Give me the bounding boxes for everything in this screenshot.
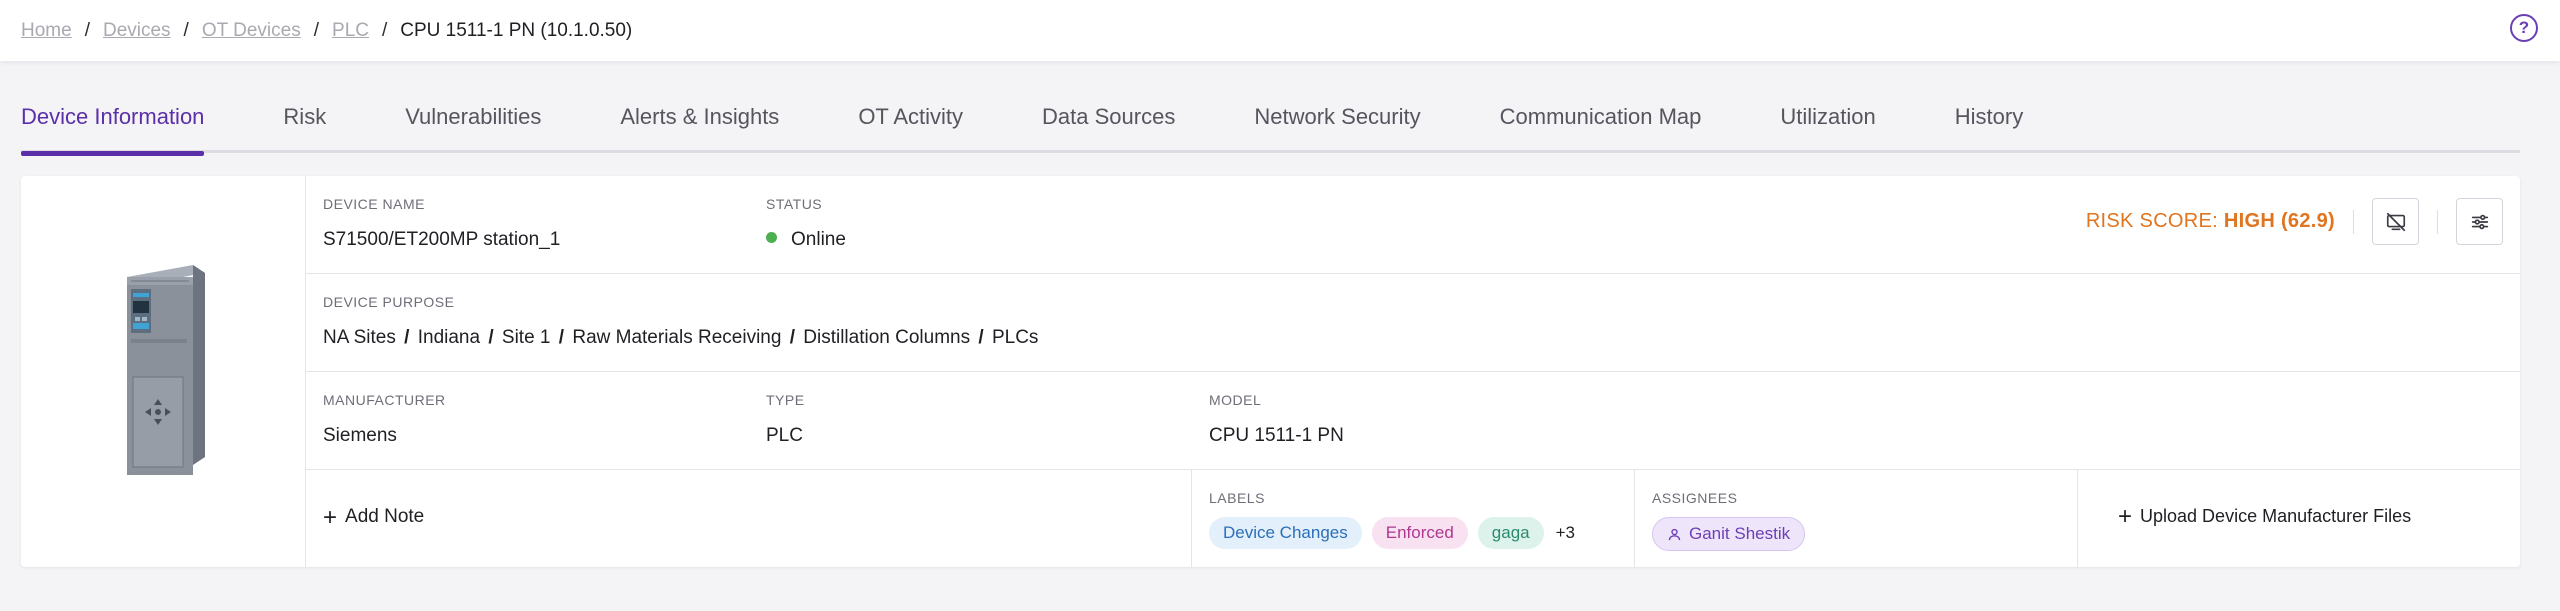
- plc-device-icon: [127, 264, 205, 475]
- purpose-segment: Raw Materials Receiving: [572, 327, 782, 348]
- sliders-icon: [2471, 214, 2488, 229]
- risk-score: RISK SCORE: HIGH (62.9): [2086, 210, 2335, 233]
- breadcrumb-separator: /: [183, 19, 189, 41]
- device-name-value: S71500/ET200MP station_1: [323, 229, 561, 250]
- status-label: STATUS: [766, 196, 823, 212]
- purpose-separator: /: [488, 327, 494, 348]
- tab-vulnerabilities[interactable]: Vulnerabilities: [405, 95, 541, 153]
- assignees-chip-list: Ganit Shestik: [1652, 517, 1815, 551]
- divider: [2437, 209, 2438, 234]
- assignees-field: ASSIGNEES Ganit Shestik: [1652, 490, 1815, 551]
- assignee-name: Ganit Shestik: [1689, 524, 1791, 543]
- labels-field: LABELS Device Changes Enforced gaga +3: [1209, 490, 1575, 549]
- risk-score-value: HIGH (62.9): [2223, 210, 2335, 232]
- risk-score-label: RISK SCORE:: [2085, 210, 2219, 232]
- notes-cell: + Add Note: [306, 470, 1192, 567]
- label-chip[interactable]: gaga: [1477, 517, 1544, 549]
- breadcrumb-ot-devices[interactable]: OT Devices: [202, 20, 301, 42]
- label-chip[interactable]: Device Changes: [1209, 517, 1362, 549]
- purpose-separator: /: [404, 327, 410, 348]
- purpose-segment: PLCs: [991, 327, 1039, 348]
- manufacturer-label: MANUFACTURER: [323, 392, 446, 408]
- upload-label: Upload Device Manufacturer Files: [2140, 506, 2412, 526]
- add-note-label: Add Note: [345, 506, 425, 527]
- breadcrumb-plc[interactable]: PLC: [332, 20, 369, 42]
- device-settings-button[interactable]: [2456, 198, 2503, 245]
- labels-title: LABELS: [1209, 490, 1265, 506]
- purpose-separator: /: [558, 327, 565, 348]
- purpose-segment: Site 1: [501, 327, 551, 348]
- device-info-card: DEVICE NAME S71500/ET200MP station_1 STA…: [21, 176, 2520, 567]
- type-label: TYPE: [766, 392, 805, 408]
- breadcrumb: Home / Devices / OT Devices / PLC / CPU …: [21, 20, 632, 42]
- plus-icon: +: [323, 503, 338, 531]
- breadcrumb-devices[interactable]: Devices: [103, 20, 171, 42]
- device-name-label: DEVICE NAME: [323, 196, 425, 212]
- model-label: MODEL: [1209, 392, 1262, 408]
- device-name-field: DEVICE NAME S71500/ET200MP station_1: [323, 196, 560, 251]
- device-image: [21, 176, 306, 567]
- breadcrumb-separator: /: [381, 19, 388, 41]
- tab-utilization[interactable]: Utilization: [1780, 95, 1875, 153]
- risk-area: RISK SCORE: HIGH (62.9): [2086, 198, 2503, 245]
- tab-risk[interactable]: Risk: [283, 95, 326, 153]
- assignees-title: ASSIGNEES: [1652, 490, 1738, 506]
- status-field: STATUS Online: [766, 196, 846, 251]
- tab-ot-activity[interactable]: OT Activity: [858, 95, 963, 153]
- device-row-meta: + Add Note LABELS Device Changes Enforce…: [306, 470, 2520, 567]
- top-bar: Home / Devices / OT Devices / PLC / CPU …: [0, 0, 2560, 61]
- tab-data-sources[interactable]: Data Sources: [1042, 95, 1175, 153]
- tab-communication-map[interactable]: Communication Map: [1500, 95, 1702, 153]
- hide-device-button[interactable]: [2372, 198, 2419, 245]
- breadcrumb-separator: /: [313, 19, 320, 41]
- upload-cell: + Upload Device Manufacturer Files: [2078, 470, 2520, 567]
- tab-bar: Device Information Risk Vulnerabilities …: [21, 95, 2520, 156]
- tab-alerts-insights[interactable]: Alerts & Insights: [620, 95, 779, 153]
- manufacturer-field: MANUFACTURER Siemens: [323, 392, 446, 447]
- manufacturer-value: Siemens: [323, 425, 397, 446]
- divider: [2353, 209, 2354, 234]
- eye-off-icon: [2386, 212, 2405, 231]
- purpose-segment: Indiana: [417, 327, 481, 348]
- add-note-button[interactable]: + Add Note: [323, 503, 425, 531]
- tab-device-information[interactable]: Device Information: [21, 95, 205, 156]
- label-chip[interactable]: Enforced: [1371, 517, 1468, 549]
- purpose-separator: /: [978, 327, 984, 348]
- purpose-segment: NA Sites: [323, 327, 396, 348]
- status-text: Online: [791, 229, 846, 250]
- status-dot-icon: [766, 232, 777, 244]
- device-purpose-label: DEVICE PURPOSE: [323, 294, 455, 310]
- plus-icon: +: [2118, 503, 2133, 530]
- device-purpose-field: DEVICE PURPOSE NA Sites / Indiana / Site…: [323, 294, 1038, 349]
- labels-more-count[interactable]: +3: [1556, 523, 1575, 543]
- labels-chip-list: Device Changes Enforced gaga +3: [1209, 517, 1575, 549]
- type-field: TYPE PLC: [766, 392, 805, 447]
- labels-cell: LABELS Device Changes Enforced gaga +3: [1192, 470, 1635, 567]
- type-value: PLC: [766, 425, 803, 446]
- breadcrumb-current: CPU 1511-1 PN (10.1.0.50): [400, 19, 633, 41]
- status-value: Online: [766, 229, 846, 251]
- assignee-chip[interactable]: Ganit Shestik: [1652, 517, 1806, 551]
- device-row-purpose: DEVICE PURPOSE NA Sites / Indiana / Site…: [306, 274, 2520, 372]
- assignees-cell: ASSIGNEES Ganit Shestik: [1635, 470, 2078, 567]
- tab-network-security[interactable]: Network Security: [1254, 95, 1420, 153]
- help-circle-icon[interactable]: ?: [2510, 14, 2538, 42]
- device-row-specs: MANUFACTURER Siemens TYPE PLC MODEL CPU …: [306, 372, 2520, 470]
- purpose-separator: /: [789, 327, 795, 348]
- purpose-segment: Distillation Columns: [803, 327, 971, 348]
- tab-history[interactable]: History: [1955, 95, 2023, 153]
- model-field: MODEL CPU 1511-1 PN: [1209, 392, 1344, 447]
- breadcrumb-separator: /: [84, 19, 90, 41]
- model-value: CPU 1511-1 PN: [1209, 425, 1344, 446]
- device-purpose-value: NA Sites / Indiana / Site 1 / Raw Materi…: [323, 327, 1038, 349]
- breadcrumb-home[interactable]: Home: [21, 20, 72, 42]
- user-icon: [1668, 528, 1681, 540]
- upload-manufacturer-files-button[interactable]: + Upload Device Manufacturer Files: [2118, 503, 2412, 530]
- device-row-identity: DEVICE NAME S71500/ET200MP station_1 STA…: [306, 176, 2520, 274]
